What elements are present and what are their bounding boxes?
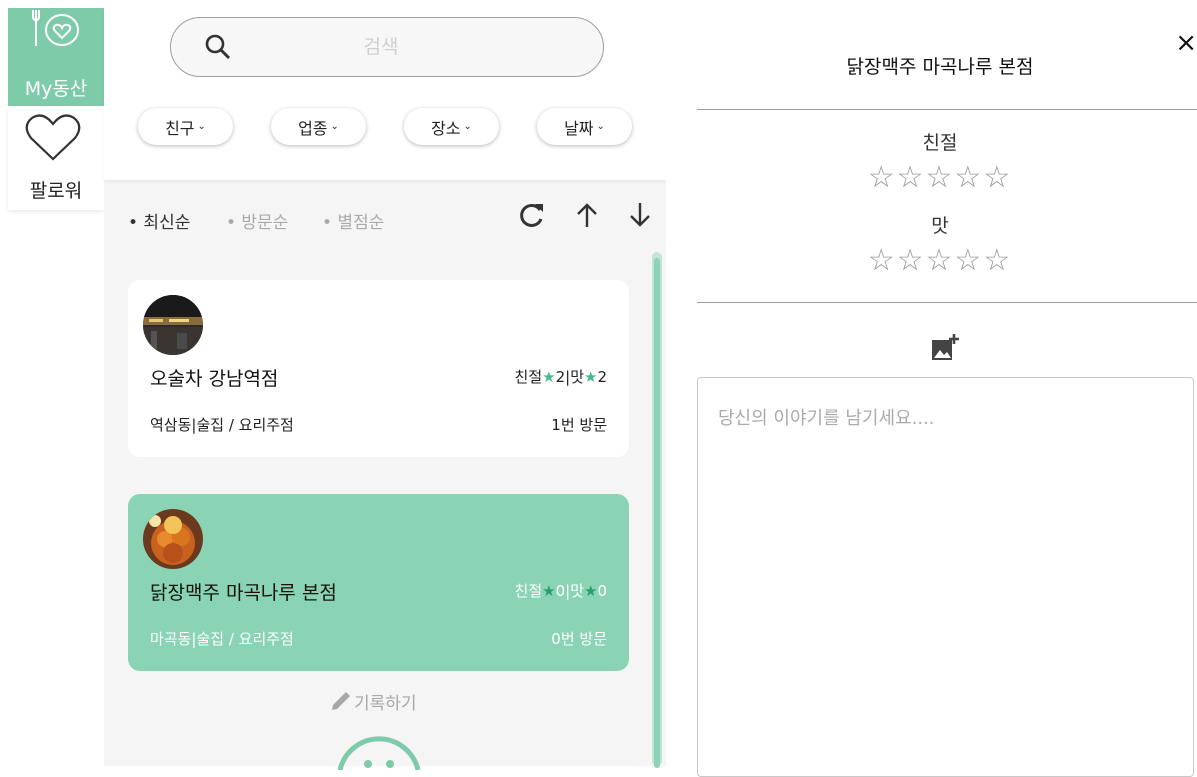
taste-value: 0 (597, 582, 607, 600)
heart-icon (25, 114, 81, 161)
divider (697, 302, 1197, 303)
search-icon[interactable] (205, 34, 231, 60)
star-icon: ★ (542, 582, 556, 600)
place-name: 오술차 강남역점 (150, 368, 279, 390)
sort-latest[interactable]: • 최신순 (128, 208, 190, 233)
sort-visits[interactable]: • 방문순 (226, 208, 288, 233)
scrollbar-thumb[interactable] (654, 258, 660, 768)
place-subtitle: 마곡동|술집 / 요리주점 (150, 630, 294, 648)
divider (697, 109, 1197, 110)
taste-label: 맛 (570, 368, 584, 386)
place-card-selected[interactable]: 닭장맥주 마곡나루 본점 친절★0|맛★0 마곡동|술집 / 요리주점 0번 방… (128, 494, 629, 671)
place-card[interactable]: 오술차 강남역점 친절★2|맛★2 역삼동|술집 / 요리주점 1번 방문 (128, 280, 629, 457)
place-subtitle: 역삼동|술집 / 요리주점 (150, 416, 294, 434)
smile-icon (337, 736, 421, 770)
criterion-taste-label: 맛 (931, 215, 949, 237)
nav-label-followers: 팔로워 (29, 180, 83, 202)
star-icon: ★ (584, 368, 598, 386)
write-record-label: 기록하기 (354, 693, 417, 714)
filter-place[interactable]: 장소 ⌄ (404, 108, 499, 145)
chevron-down-icon: ⌄ (197, 121, 206, 132)
place-avatar (143, 509, 203, 569)
place-name: 닭장맥주 마곡나루 본점 (150, 582, 337, 604)
kind-label: 친절 (514, 368, 543, 386)
dish-heart-icon (32, 10, 79, 46)
story-textarea[interactable] (697, 377, 1194, 777)
taste-label: 맛 (570, 582, 584, 600)
arrow-down-icon[interactable] (627, 201, 653, 229)
place-visits: 1번 방문 (551, 416, 607, 434)
add-photo-icon[interactable] (930, 332, 960, 362)
criterion-kindness-label: 친절 (922, 132, 958, 154)
filter-date[interactable]: 날짜 ⌄ (537, 108, 632, 145)
place-avatar (143, 295, 203, 355)
taste-value: 2 (597, 368, 607, 386)
filter-friend[interactable]: 친구 ⌄ (138, 108, 233, 145)
sort-rating[interactable]: • 별점순 (322, 208, 384, 233)
chevron-down-icon: ⌄ (463, 121, 472, 132)
filter-category[interactable]: 업종 ⌄ (271, 108, 366, 145)
nav-label-my-dongsan: My동산 (24, 78, 88, 100)
search-bar[interactable] (170, 17, 604, 77)
place-visits: 0번 방문 (551, 630, 607, 648)
place-rating: 친절★2|맛★2 (515, 366, 607, 387)
chevron-down-icon: ⌄ (330, 121, 339, 132)
close-icon[interactable]: × (1175, 28, 1197, 58)
filter-label: 친구 (165, 118, 195, 138)
filter-label: 날짜 (564, 118, 594, 138)
detail-title: 닭장맥주 마곡나루 본점 (846, 56, 1034, 78)
arrow-up-icon[interactable] (574, 201, 600, 229)
place-rating: 친절★0|맛★0 (515, 580, 607, 601)
search-filter-area: 친구⌄ 업종⌄ 장소⌄ 날짜⌄ (104, 8, 666, 180)
chevron-down-icon: ⌄ (596, 121, 605, 132)
nav-item-my-dongsan[interactable]: My동산 (8, 8, 104, 106)
taste-star-rating[interactable]: ☆☆☆☆☆ (666, 243, 1197, 278)
place-list-panel: 친구⌄ 업종⌄ 장소⌄ 날짜⌄ • 최신순 • 방문순 • 별점순 (104, 8, 666, 770)
star-icon: ★ (542, 368, 556, 386)
star-icon: ★ (584, 582, 598, 600)
filter-label: 업종 (298, 118, 328, 138)
pencil-icon (332, 692, 350, 710)
search-input[interactable] (271, 32, 491, 62)
detail-panel: 닭장맥주 마곡나루 본점 × 친절 ☆☆☆☆☆ 맛 ☆☆☆☆☆ (666, 0, 1197, 777)
kindness-star-rating[interactable]: ☆☆☆☆☆ (666, 160, 1197, 195)
nav-item-followers[interactable]: 팔로워 (8, 106, 104, 210)
write-record-button[interactable]: 기록하기 (328, 688, 417, 714)
kind-value: 2 (555, 368, 566, 386)
refresh-icon[interactable] (518, 201, 546, 229)
kind-value: 0 (555, 582, 566, 600)
kind-label: 친절 (514, 582, 543, 600)
filter-label: 장소 (431, 118, 461, 138)
